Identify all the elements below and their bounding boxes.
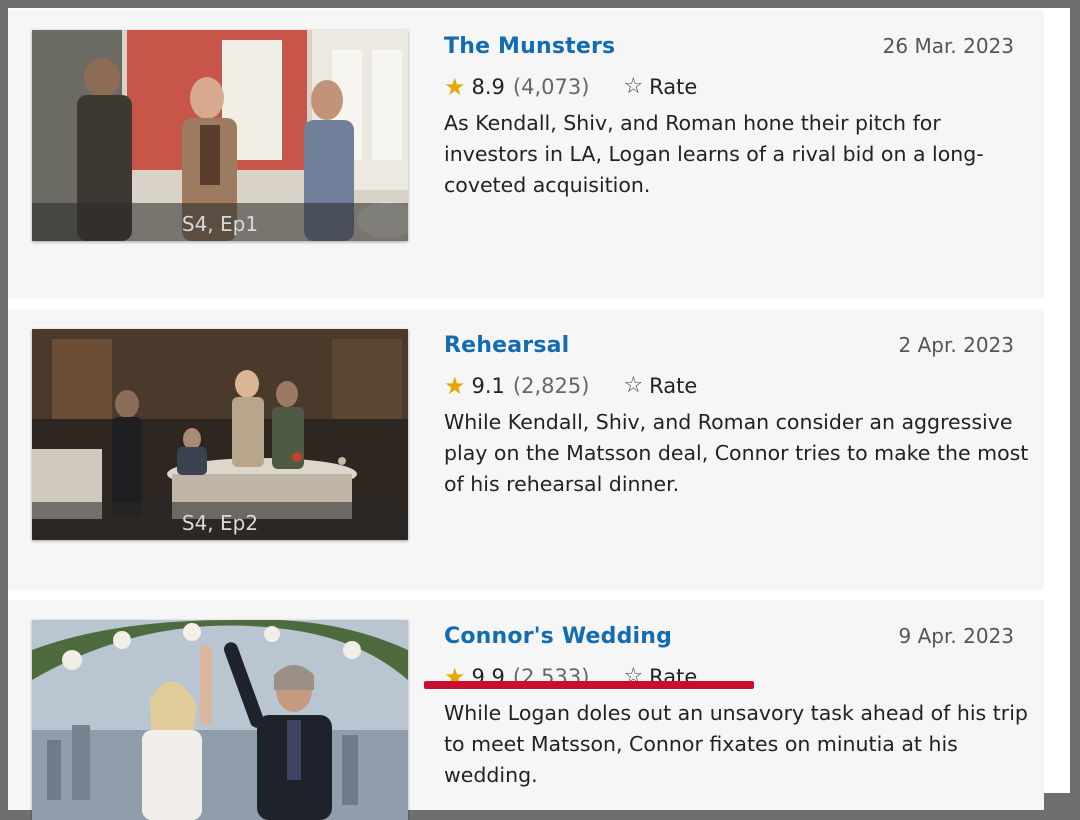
- episode-card: S4, Ep2 Rehearsal 2 Apr. 2023 ★ 9.1 (2,8…: [8, 309, 1044, 590]
- star-outline-icon: ☆: [623, 74, 644, 99]
- rating-score: 8.9: [471, 75, 505, 99]
- episode-title-link[interactable]: The Munsters: [444, 34, 615, 59]
- episode-description: While Logan doles out an unsavory task a…: [444, 701, 1028, 787]
- star-filled-icon: ★: [444, 372, 466, 400]
- episode-title-link[interactable]: Connor's Wedding: [444, 624, 672, 649]
- rate-label: Rate: [649, 75, 698, 99]
- rate-button[interactable]: ☆ Rate: [623, 374, 697, 398]
- episode-list: S4, Ep1 The Munsters 26 Mar. 2023 ★ 8.9 …: [8, 8, 1070, 820]
- rate-button[interactable]: ☆ Rate: [623, 75, 697, 99]
- rating-row: ★ 9.1 (2,825) ☆ Rate: [444, 371, 697, 401]
- episode-description: As Kendall, Shiv, and Roman hone their p…: [444, 111, 984, 197]
- episode-thumbnail[interactable]: S4, Ep1: [32, 30, 408, 241]
- episode-card: Connor's Wedding 9 Apr. 2023 ★ 9.9 (2,53…: [8, 600, 1044, 820]
- rating-row: ★ 8.9 (4,073) ☆ Rate: [444, 72, 697, 102]
- air-date: 26 Mar. 2023: [882, 34, 1014, 58]
- vote-count: (4,073): [512, 75, 590, 99]
- episode-description: While Kendall, Shiv, and Roman consider …: [444, 410, 1029, 496]
- thumbnail-image: [32, 620, 408, 820]
- air-date: 2 Apr. 2023: [898, 333, 1014, 357]
- episode-title-link[interactable]: Rehearsal: [444, 333, 569, 358]
- episode-thumbnail[interactable]: S4, Ep2: [32, 329, 408, 540]
- episode-number-label: S4, Ep1: [32, 203, 408, 241]
- rating-score: 9.1: [471, 374, 505, 398]
- star-outline-icon: ☆: [623, 373, 644, 398]
- episode-card: S4, Ep1 The Munsters 26 Mar. 2023 ★ 8.9 …: [8, 10, 1044, 298]
- rate-label: Rate: [649, 374, 698, 398]
- star-filled-icon: ★: [444, 73, 466, 101]
- vote-count: (2,825): [512, 374, 590, 398]
- air-date: 9 Apr. 2023: [898, 624, 1014, 648]
- episode-thumbnail[interactable]: [32, 620, 408, 820]
- episode-number-label: S4, Ep2: [32, 502, 408, 540]
- highlight-underline: [424, 681, 754, 689]
- screenshot-frame: S4, Ep1 The Munsters 26 Mar. 2023 ★ 8.9 …: [0, 0, 1080, 820]
